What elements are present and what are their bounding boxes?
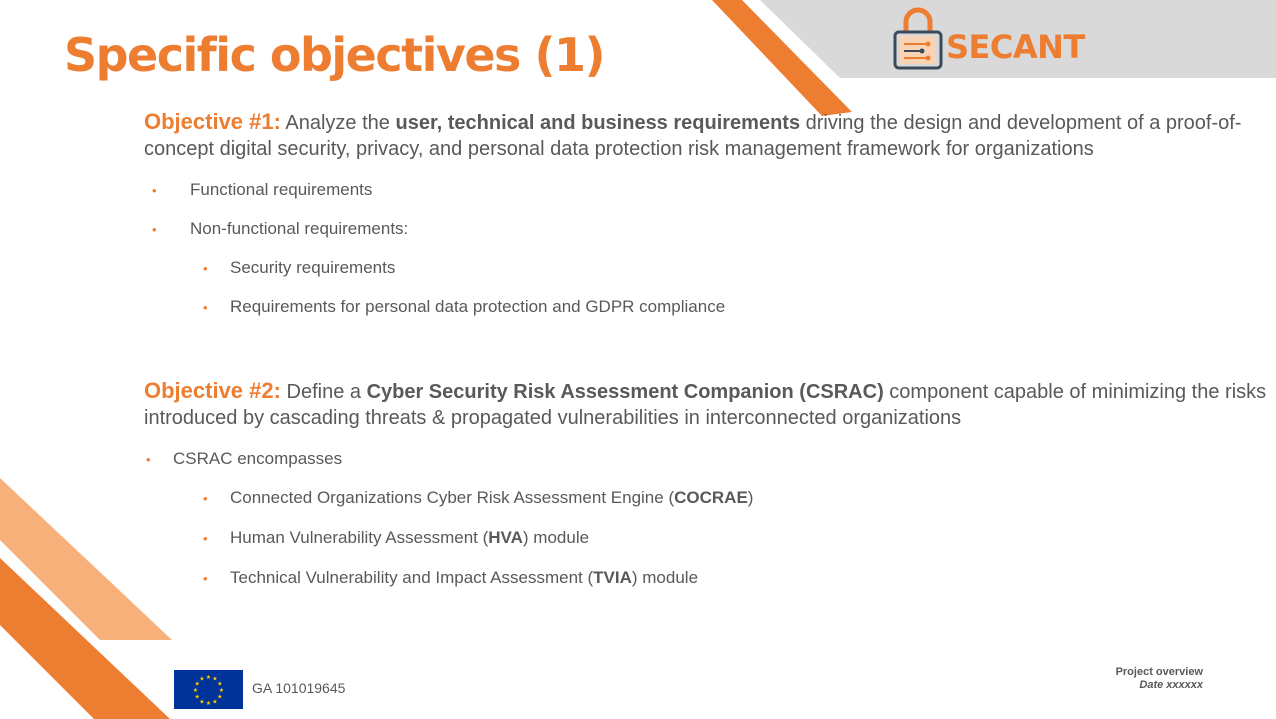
padlock-circuit-icon <box>893 7 943 70</box>
corner-dark-stripe <box>0 558 170 719</box>
objective-1-paragraph: Objective #1: Analyze the user, technica… <box>144 109 1264 162</box>
page-title: Specific objectives (1) <box>64 28 606 82</box>
sub-bullet-dot: • <box>203 571 208 586</box>
sub-bullet-tvia-bold: TVIA <box>593 568 632 587</box>
bullet-non-functional: Non-functional requirements: <box>190 219 409 238</box>
footer-title: Project overview <box>1115 666 1203 678</box>
svg-text:★: ★ <box>212 698 217 705</box>
objective-2-paragraph: Objective #2: Define a Cyber Security Ri… <box>144 378 1269 431</box>
objective-1-text-a: Analyze the <box>280 112 396 134</box>
sub-bullet-hva: Human Vulnerability Assessment (HVA) mod… <box>230 528 589 548</box>
sub-bullet-tvia: Technical Vulnerability and Impact Asses… <box>230 568 698 588</box>
footer-date: Date xxxxxx <box>1139 679 1203 691</box>
objective-2-text-a: Define a <box>280 381 367 403</box>
sub-bullet-hva-post: ) module <box>522 528 590 547</box>
svg-text:★: ★ <box>199 698 204 705</box>
secant-logo: SECANT <box>892 6 1092 72</box>
bullet-csrac: CSRAC encompasses <box>173 449 343 468</box>
objective-1-bold: user, technical and business requirement… <box>395 112 801 134</box>
svg-text:★: ★ <box>217 694 222 701</box>
corner-light-stripe <box>0 478 172 640</box>
objective-1-label: Objective #1: <box>144 109 281 134</box>
sub-bullet-dot: • <box>203 491 208 506</box>
sub-bullet-cocrae-bold: COCRAE <box>674 488 748 507</box>
bullet-dot: • <box>152 183 157 198</box>
sub-bullet-cocrae-pre: Connected Organizations Cyber Risk Asses… <box>230 488 675 507</box>
svg-text:★: ★ <box>199 676 204 683</box>
objective-2-bold: Cyber Security Risk Assessment Companion… <box>366 381 884 403</box>
grant-agreement-number: GA 101019645 <box>252 680 346 696</box>
sub-bullet-gdpr: Requirements for personal data protectio… <box>230 297 726 316</box>
sub-bullet-hva-bold: HVA <box>488 528 523 547</box>
eu-flag-icon: ★ ★ ★ ★ ★ ★ ★ ★ ★ ★ ★ ★ <box>174 670 243 709</box>
eu-stars-icon: ★ ★ ★ ★ ★ ★ ★ ★ ★ ★ ★ ★ <box>193 674 224 707</box>
bullet-functional: Functional requirements <box>190 180 373 199</box>
bullet-dot: • <box>146 452 151 467</box>
logo-text: SECANT <box>946 28 1085 66</box>
sub-bullet-cocrae: Connected Organizations Cyber Risk Asses… <box>230 488 753 508</box>
sub-bullet-cocrae-post: ) <box>747 488 754 507</box>
header-orange-stripe <box>712 0 852 116</box>
sub-bullet-tvia-pre: Technical Vulnerability and Impact Asses… <box>230 568 594 587</box>
svg-text:★: ★ <box>206 674 211 681</box>
objective-2-label: Objective #2: <box>144 378 281 403</box>
sub-bullet-tvia-post: ) module <box>631 568 699 587</box>
slide-decoration <box>0 0 1276 719</box>
svg-text:★: ★ <box>193 687 198 694</box>
sub-bullet-dot: • <box>203 300 208 315</box>
svg-text:★: ★ <box>206 700 211 707</box>
sub-bullet-security: Security requirements <box>230 258 396 277</box>
sub-bullet-dot: • <box>203 531 208 546</box>
bullet-dot: • <box>152 222 157 237</box>
svg-text:★: ★ <box>195 694 200 701</box>
sub-bullet-hva-pre: Human Vulnerability Assessment ( <box>230 528 489 547</box>
sub-bullet-dot: • <box>203 261 208 276</box>
